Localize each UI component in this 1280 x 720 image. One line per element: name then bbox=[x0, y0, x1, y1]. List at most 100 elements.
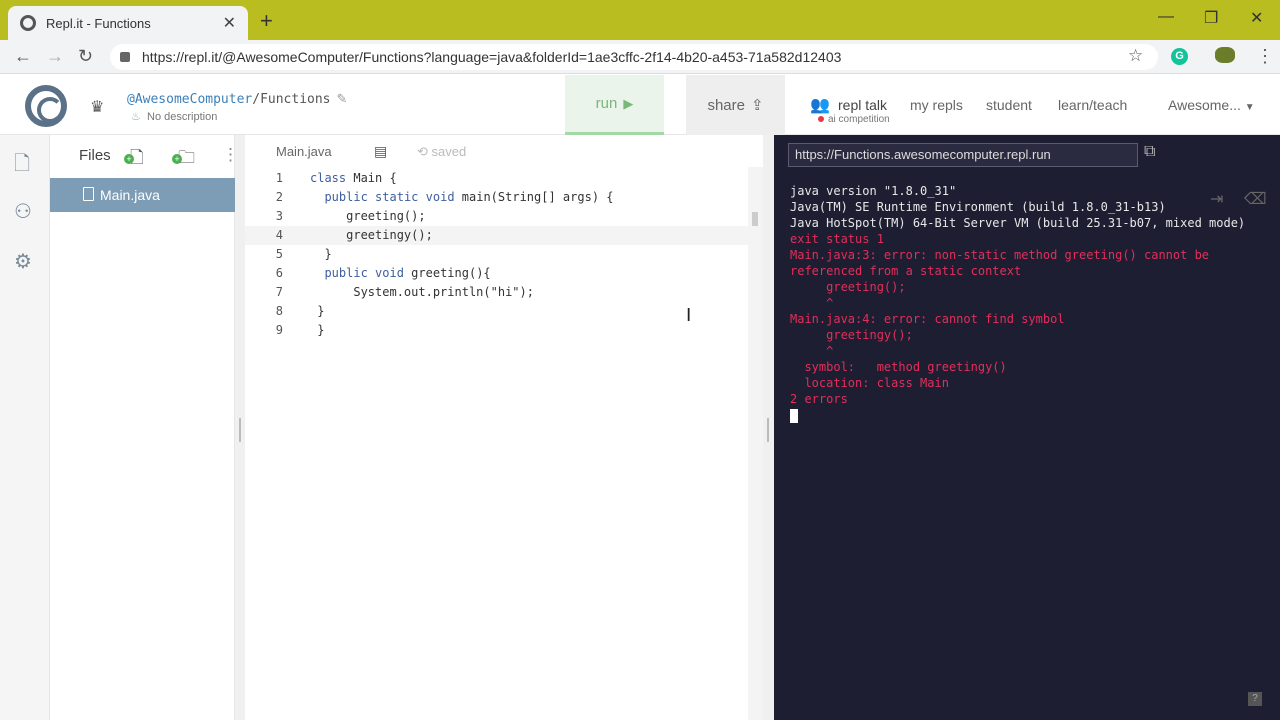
reload-icon[interactable]: ↻ bbox=[78, 46, 93, 67]
turtle-extension-icon[interactable] bbox=[1215, 47, 1235, 63]
replit-favicon-icon bbox=[20, 15, 36, 31]
browser-menu-icon[interactable]: ⋮ bbox=[1256, 46, 1274, 67]
replit-logo-icon[interactable] bbox=[25, 85, 67, 127]
console-caret bbox=[790, 409, 798, 423]
files-icon[interactable]: 🗋 bbox=[14, 149, 30, 183]
forward-arrow-icon[interactable]: → bbox=[46, 46, 64, 67]
packages-icon[interactable]: ⚇ bbox=[14, 199, 32, 224]
account-menu[interactable]: Awesome... ▼ bbox=[1168, 97, 1255, 113]
code-line[interactable]: 9 } bbox=[245, 321, 748, 340]
console-panel: https://Functions.awesomecomputer.repl.r… bbox=[774, 135, 1280, 720]
crown-icon: ♛ bbox=[90, 99, 105, 116]
editor-scrollbar[interactable] bbox=[748, 167, 763, 720]
add-folder-icon[interactable]: 🗀 + bbox=[172, 145, 195, 174]
account-name: Awesome... bbox=[1168, 97, 1241, 113]
repl-header: ♛ @AwesomeComputer/Functions ✎ ♨ No descr… bbox=[0, 75, 1280, 135]
console-error-line: symbol: method greetingy() bbox=[790, 360, 1007, 374]
browser-tab-bar: Repl.it - Functions ✕ + — ❐ ✕ bbox=[0, 0, 1280, 40]
repl-talk-sub-text: ai competition bbox=[828, 114, 890, 125]
console-error-line: exit status 1 bbox=[790, 232, 884, 246]
share-label: share bbox=[707, 96, 745, 114]
text-cursor-icon: I bbox=[686, 305, 692, 326]
console-error-line: greetingy(); bbox=[790, 328, 913, 342]
line-text: greeting(); bbox=[310, 209, 426, 223]
nav-repl-talk[interactable]: repl talk bbox=[838, 97, 887, 113]
line-number: 2 bbox=[275, 190, 283, 204]
nav-my-repls[interactable]: my repls bbox=[910, 97, 963, 113]
console-error-line: greeting(); bbox=[790, 280, 906, 294]
nav-learn-teach[interactable]: learn/teach bbox=[1058, 97, 1127, 113]
repl-run-url[interactable]: https://Functions.awesomecomputer.repl.r… bbox=[788, 143, 1138, 167]
url-text: https://repl.it/@AwesomeComputer/Functio… bbox=[142, 49, 842, 65]
line-number: 7 bbox=[275, 285, 283, 299]
code-line[interactable]: 1 class Main { bbox=[245, 169, 748, 188]
close-tab-icon[interactable]: ✕ bbox=[223, 13, 236, 33]
files-panel: Files 🗋 + 🗀 + ⋮ Main.java bbox=[50, 135, 239, 720]
line-text: public void greeting(){ bbox=[324, 266, 491, 280]
panel-resize-handle[interactable] bbox=[235, 135, 245, 720]
add-file-icon[interactable]: 🗋 + bbox=[124, 145, 144, 174]
console-error-line: ^ bbox=[790, 296, 834, 310]
restore-icon[interactable]: ❐ bbox=[1204, 8, 1218, 28]
file-name: Main.java bbox=[100, 187, 160, 203]
save-status-text: saved bbox=[431, 144, 467, 159]
run-label: run bbox=[595, 95, 618, 112]
live-dot-icon bbox=[818, 116, 824, 122]
minimize-icon[interactable]: — bbox=[1158, 8, 1174, 26]
editor-tabs: Main.java ▤ ⟲ saved bbox=[245, 135, 763, 167]
code-line[interactable]: 6 public void greeting(){ bbox=[245, 264, 748, 283]
url-field[interactable]: https://repl.it/@AwesomeComputer/Functio… bbox=[110, 44, 1158, 70]
close-window-icon[interactable]: ✕ bbox=[1250, 8, 1263, 28]
share-icon: ⇪ bbox=[750, 97, 764, 114]
back-arrow-icon[interactable]: ← bbox=[14, 46, 32, 67]
line-number: 1 bbox=[275, 171, 283, 185]
run-button[interactable]: run ▶ bbox=[565, 75, 664, 135]
browser-tab[interactable]: Repl.it - Functions ✕ bbox=[8, 6, 248, 40]
console-error-line: location: class Main bbox=[790, 376, 949, 390]
nav-student[interactable]: student bbox=[986, 97, 1032, 113]
console-line: Java HotSpot(TM) 64-Bit Server VM (build… bbox=[790, 216, 1246, 230]
help-icon[interactable]: ? bbox=[1248, 692, 1262, 706]
address-bar: ← → ↻ https://repl.it/@AwesomeComputer/F… bbox=[0, 40, 1280, 74]
code-line[interactable]: 7 System.out.println("hi"); bbox=[245, 283, 748, 302]
open-external-icon[interactable]: ⧉ bbox=[1144, 143, 1155, 161]
project-separator: / bbox=[252, 92, 261, 107]
pencil-icon[interactable]: ✎ bbox=[337, 92, 348, 107]
editor-console-resize-handle[interactable] bbox=[763, 135, 774, 720]
console-line: java version "1.8.0_31" bbox=[790, 184, 957, 198]
code-line[interactable]: 5 } bbox=[245, 245, 748, 264]
lock-icon bbox=[120, 52, 130, 62]
share-button[interactable]: share ⇪ bbox=[686, 75, 785, 135]
console-error-line: 2 errors bbox=[790, 392, 848, 406]
code-line[interactable]: 8 } bbox=[245, 302, 748, 321]
code-line[interactable]: 2 public static void main(String[] args)… bbox=[245, 188, 748, 207]
caret-down-icon: ▼ bbox=[1244, 102, 1255, 113]
console-error-line: ^ bbox=[790, 344, 834, 358]
file-item-main-java[interactable]: Main.java bbox=[50, 178, 235, 212]
project-title[interactable]: @AwesomeComputer/Functions ✎ bbox=[127, 92, 347, 107]
new-tab-icon[interactable]: + bbox=[260, 8, 273, 34]
files-header: Files bbox=[79, 147, 111, 164]
settings-gear-icon[interactable]: ⚙ bbox=[14, 249, 32, 274]
console-error-line: Main.java:4: error: cannot find symbol bbox=[790, 312, 1065, 326]
bookmark-star-icon[interactable]: ☆ bbox=[1128, 46, 1143, 66]
line-number: 6 bbox=[275, 266, 283, 280]
code-editor: Main.java ▤ ⟲ saved 1 class Main {2 publi… bbox=[245, 135, 763, 720]
code-area[interactable]: 1 class Main {2 public static void main(S… bbox=[245, 169, 748, 340]
repl-talk-subtitle: ai competition bbox=[818, 114, 890, 125]
editor-tab-main-java[interactable]: Main.java bbox=[276, 144, 332, 159]
format-icon[interactable]: ▤ bbox=[374, 143, 387, 160]
java-icon: ♨ bbox=[131, 111, 141, 123]
console-output[interactable]: java version "1.8.0_31" Java(TM) SE Runti… bbox=[790, 183, 1268, 427]
repl-talk-icon: 👥 bbox=[810, 97, 830, 114]
code-line[interactable]: 4 greetingy(); bbox=[245, 226, 748, 245]
code-line[interactable]: 3 greeting(); bbox=[245, 207, 748, 226]
line-number: 3 bbox=[275, 209, 283, 223]
line-text: greetingy(); bbox=[310, 228, 433, 242]
project-user[interactable]: @AwesomeComputer bbox=[127, 92, 252, 107]
grammarly-extension-icon[interactable]: G bbox=[1171, 48, 1188, 65]
line-number: 9 bbox=[275, 323, 283, 337]
play-icon: ▶ bbox=[623, 95, 634, 111]
line-number: 5 bbox=[275, 247, 283, 261]
line-text: } bbox=[310, 247, 332, 261]
